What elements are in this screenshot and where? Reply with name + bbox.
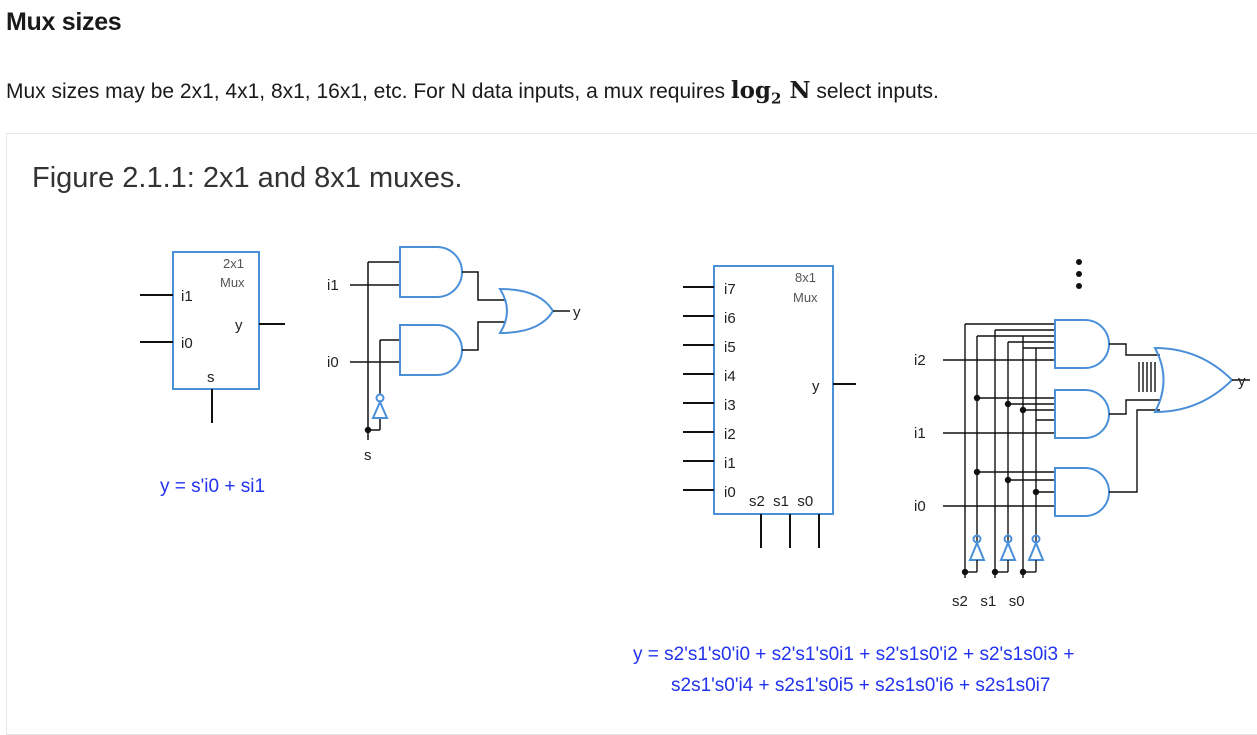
- mux8x1-equation-line1: y = s2's1's0'i0 + s2's1's0i1 + s2's1s0'i…: [633, 644, 1074, 665]
- mux2x1-input-i1: i1: [181, 288, 193, 305]
- mux2x1-title-1: 2x1: [223, 256, 244, 271]
- mux8x1-output-y: y: [812, 378, 820, 395]
- gates8x1-circuit: i2 i1 i0 y s2 s1 s0: [914, 319, 1250, 610]
- and-gate-icon: [399, 246, 463, 298]
- mux8x1-selects: s2 s1 s0: [749, 493, 813, 510]
- gates2x1-output-y: y: [573, 304, 581, 321]
- or-gate-icon: [1153, 346, 1234, 414]
- and-gate-icon: [1054, 319, 1110, 369]
- mux8x1-input-i1: i1: [724, 455, 736, 472]
- mux2x1-box: [172, 251, 260, 390]
- mux2x1-input-i0: i0: [181, 335, 193, 352]
- gates2x1-input-i0: i0: [327, 354, 339, 371]
- mux8x1-block: 8x1 Mux i7 i6 i5 i4 i3 i2 i1 i0 y s2 s1 …: [683, 265, 856, 548]
- mux8x1-input-i0: i0: [724, 484, 736, 501]
- mux8x1-input-i2: i2: [724, 426, 736, 443]
- mux2x1-block: 2x1 Mux i1 i0 y s: [140, 251, 285, 423]
- mux8x1-input-i5: i5: [724, 339, 736, 356]
- gates2x1-input-i1: i1: [327, 277, 339, 294]
- mux8x1-title-1: 8x1: [795, 270, 816, 285]
- mux2x1-select-s: s: [207, 369, 215, 386]
- gates2x1-circuit: i1 i0 y s: [327, 246, 581, 464]
- mux2x1-output-y: y: [235, 317, 243, 334]
- mux8x1-input-i7: i7: [724, 281, 736, 298]
- mux8x1-input-i6: i6: [724, 310, 736, 327]
- gates8x1-selects: s2 s1 s0: [952, 593, 1025, 610]
- mux8x1-title-2: Mux: [793, 290, 818, 305]
- mux8x1-input-i4: i4: [724, 368, 736, 385]
- or-gate-icon: [498, 287, 555, 335]
- mux2x1-equation: y = s'i0 + si1: [160, 476, 265, 497]
- ellipsis-icon: [1076, 259, 1082, 289]
- gates8x1-output-y: y: [1238, 373, 1246, 390]
- and-gate-icon: [1054, 467, 1110, 517]
- gates8x1-input-i2: i2: [914, 352, 926, 369]
- mux8x1-equation-line2: s2s1's0'i4 + s2s1's0i5 + s2s1s0'i6 + s2s…: [671, 675, 1050, 696]
- gates2x1-select-s: s: [364, 447, 372, 464]
- and-gate-icon: [399, 324, 463, 376]
- mux2x1-title-2: Mux: [220, 275, 245, 290]
- gates8x1-input-i0: i0: [914, 498, 926, 515]
- gates8x1-input-i1: i1: [914, 425, 926, 442]
- figure-diagram: 2x1 Mux i1 i0 y s y = s'i0 + si1 i1 i0 y…: [140, 246, 1250, 696]
- mux8x1-input-i3: i3: [724, 397, 736, 414]
- and-gate-icon: [1054, 389, 1110, 439]
